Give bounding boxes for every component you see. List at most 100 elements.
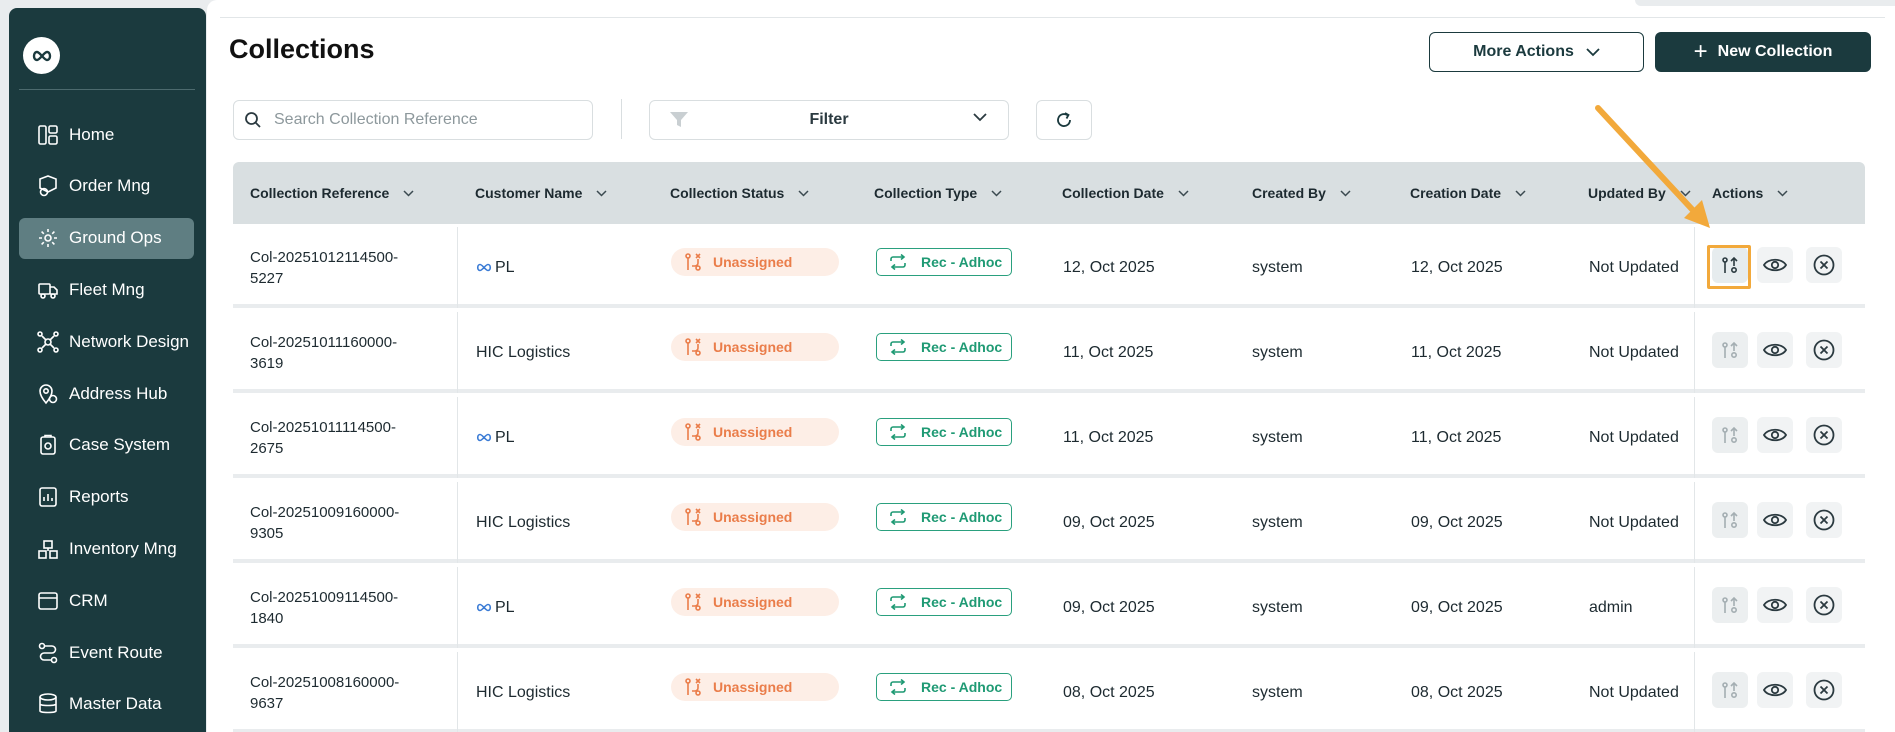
- table-row[interactable]: Col-20251011160000- 3619 HIC Logistics Unas…: [233, 312, 1865, 393]
- sidebar-item-crm[interactable]: CRM: [19, 580, 194, 621]
- sidebar-item-label: Network Design: [69, 331, 189, 351]
- search-box[interactable]: [233, 100, 593, 140]
- reference-part: 9637: [250, 694, 284, 712]
- assign-button[interactable]: [1712, 587, 1748, 623]
- customer-name: PL: [476, 227, 515, 308]
- reference-part: 5227: [250, 269, 284, 287]
- sidebar-item-reports[interactable]: Reports: [19, 477, 194, 518]
- cancel-button[interactable]: [1806, 417, 1842, 453]
- collection-reference[interactable]: Col-20251009160000- 9305: [250, 482, 430, 563]
- view-button[interactable]: [1757, 417, 1793, 453]
- customer-name: HIC Logistics: [476, 482, 570, 563]
- assign-button[interactable]: [1712, 417, 1748, 453]
- sidebar-item-fleet-mng[interactable]: Fleet Mng: [19, 269, 194, 310]
- sidebar-item-case-system[interactable]: Case System: [19, 425, 194, 466]
- sidebar-item-master-data[interactable]: Master Data: [19, 684, 194, 725]
- updated-by: admin: [1589, 598, 1633, 616]
- assign-button[interactable]: [1712, 502, 1748, 538]
- cancel-button[interactable]: [1806, 587, 1842, 623]
- column-header-label: Collection Type: [874, 185, 978, 201]
- sidebar-item-label: Home: [69, 124, 115, 144]
- column-header-actions[interactable]: Actions: [1712, 162, 1788, 224]
- created-by: system: [1252, 598, 1303, 616]
- column-header-collection-status[interactable]: Collection Status: [670, 162, 809, 224]
- search-input[interactable]: [274, 111, 574, 129]
- status-badge: Unassigned: [671, 503, 839, 531]
- recurring-icon: [890, 339, 906, 355]
- column-header-customer-name[interactable]: Customer Name: [475, 162, 607, 224]
- chevron-down-icon: [973, 113, 987, 122]
- more-actions-button[interactable]: More Actions: [1429, 32, 1644, 72]
- assign-highlight-box: [1707, 245, 1751, 289]
- cancel-button[interactable]: [1806, 247, 1842, 283]
- column-header-created-by[interactable]: Created By: [1252, 162, 1351, 224]
- order-icon: [36, 174, 60, 198]
- column-divider: [1694, 397, 1695, 478]
- infinity-logo-icon: [32, 50, 51, 61]
- sidebar-item-label: Inventory Mng: [69, 538, 177, 558]
- table-row[interactable]: Col-20251011114500- 2675 PL Unassigned Rec -…: [233, 397, 1865, 478]
- customer-name-text: HIC Logistics: [476, 343, 571, 361]
- status-badge: Unassigned: [671, 248, 839, 276]
- creation-date: 11, Oct 2025: [1411, 428, 1502, 446]
- eye-icon: [1763, 428, 1787, 442]
- app-logo[interactable]: [23, 37, 60, 74]
- column-header-collection-reference[interactable]: Collection Reference: [250, 162, 414, 224]
- column-header-creation-date[interactable]: Creation Date: [1410, 162, 1526, 224]
- assign-button[interactable]: [1712, 332, 1748, 368]
- collection-reference[interactable]: Col-20251009114500- 1840: [250, 567, 430, 648]
- status-badge: Unassigned: [671, 588, 839, 616]
- collection-reference[interactable]: Col-20251011160000- 3619: [250, 312, 430, 393]
- new-collection-button[interactable]: + New Collection: [1655, 32, 1871, 72]
- chevron-down-icon: [1178, 189, 1189, 197]
- type-badge: Rec - Adhoc: [876, 673, 1012, 701]
- eye-icon: [1763, 683, 1787, 697]
- sidebar-item-label: Address Hub: [69, 383, 168, 403]
- unassigned-icon: [685, 338, 701, 356]
- cancel-button[interactable]: [1806, 502, 1842, 538]
- column-header-collection-type[interactable]: Collection Type: [874, 162, 1002, 224]
- sidebar-item-address-hub[interactable]: Address Hub: [19, 373, 194, 414]
- infinity-logo-icon: [476, 603, 492, 612]
- more-actions-label: More Actions: [1473, 43, 1574, 60]
- column-divider: [457, 397, 458, 478]
- status-badge: Unassigned: [671, 333, 839, 361]
- eye-icon: [1763, 258, 1787, 272]
- filter-dropdown[interactable]: Filter: [649, 100, 1009, 140]
- sidebar-item-inventory-mng[interactable]: Inventory Mng: [19, 528, 194, 569]
- sidebar-item-network-design[interactable]: Network Design: [19, 321, 194, 362]
- collection-reference[interactable]: Col-20251011114500- 2675: [250, 397, 430, 478]
- view-button[interactable]: [1757, 587, 1793, 623]
- filter-label: Filter: [809, 111, 849, 128]
- collection-reference[interactable]: Col-20251008160000- 9637: [250, 652, 430, 732]
- collection-reference[interactable]: Col-20251012114500- 5227: [250, 227, 430, 308]
- view-button[interactable]: [1757, 332, 1793, 368]
- sidebar-item-event-route[interactable]: Event Route: [19, 632, 194, 673]
- sidebar: Home Order Mng Ground Ops Fleet Mng Network …: [9, 8, 206, 732]
- header-divider: [220, 17, 1885, 18]
- updated-by: Not Updated: [1589, 683, 1679, 701]
- view-button[interactable]: [1757, 672, 1793, 708]
- table-row[interactable]: Col-20251009160000- 9305 HIC Logistics Unas…: [233, 482, 1865, 563]
- table-row[interactable]: Col-20251008160000- 9637 HIC Logistics Unas…: [233, 652, 1865, 732]
- creation-date: 09, Oct 2025: [1411, 598, 1503, 616]
- view-button[interactable]: [1757, 502, 1793, 538]
- updated-by: Not Updated: [1589, 428, 1679, 446]
- cancel-button[interactable]: [1806, 332, 1842, 368]
- table-row[interactable]: Col-20251009114500- 1840 PL Unassigned Rec -…: [233, 567, 1865, 648]
- column-header-collection-date[interactable]: Collection Date: [1062, 162, 1189, 224]
- cancel-button[interactable]: [1806, 672, 1842, 708]
- view-button[interactable]: [1757, 247, 1793, 283]
- sidebar-item-label: Order Mng: [69, 176, 151, 196]
- assign-button[interactable]: [1712, 672, 1748, 708]
- sidebar-item-home[interactable]: Home: [19, 114, 194, 155]
- refresh-button[interactable]: [1036, 100, 1092, 140]
- customer-name-text: PL: [495, 258, 515, 276]
- sidebar-item-ground-ops[interactable]: Ground Ops: [19, 217, 194, 259]
- collection-date: 11, Oct 2025: [1063, 343, 1154, 361]
- sidebar-item-order-mng[interactable]: Order Mng: [19, 166, 194, 207]
- database-icon: [36, 692, 60, 716]
- unassigned-icon: [685, 253, 701, 271]
- cancel-circle-icon: [1813, 424, 1835, 446]
- crm-icon: [36, 589, 60, 613]
